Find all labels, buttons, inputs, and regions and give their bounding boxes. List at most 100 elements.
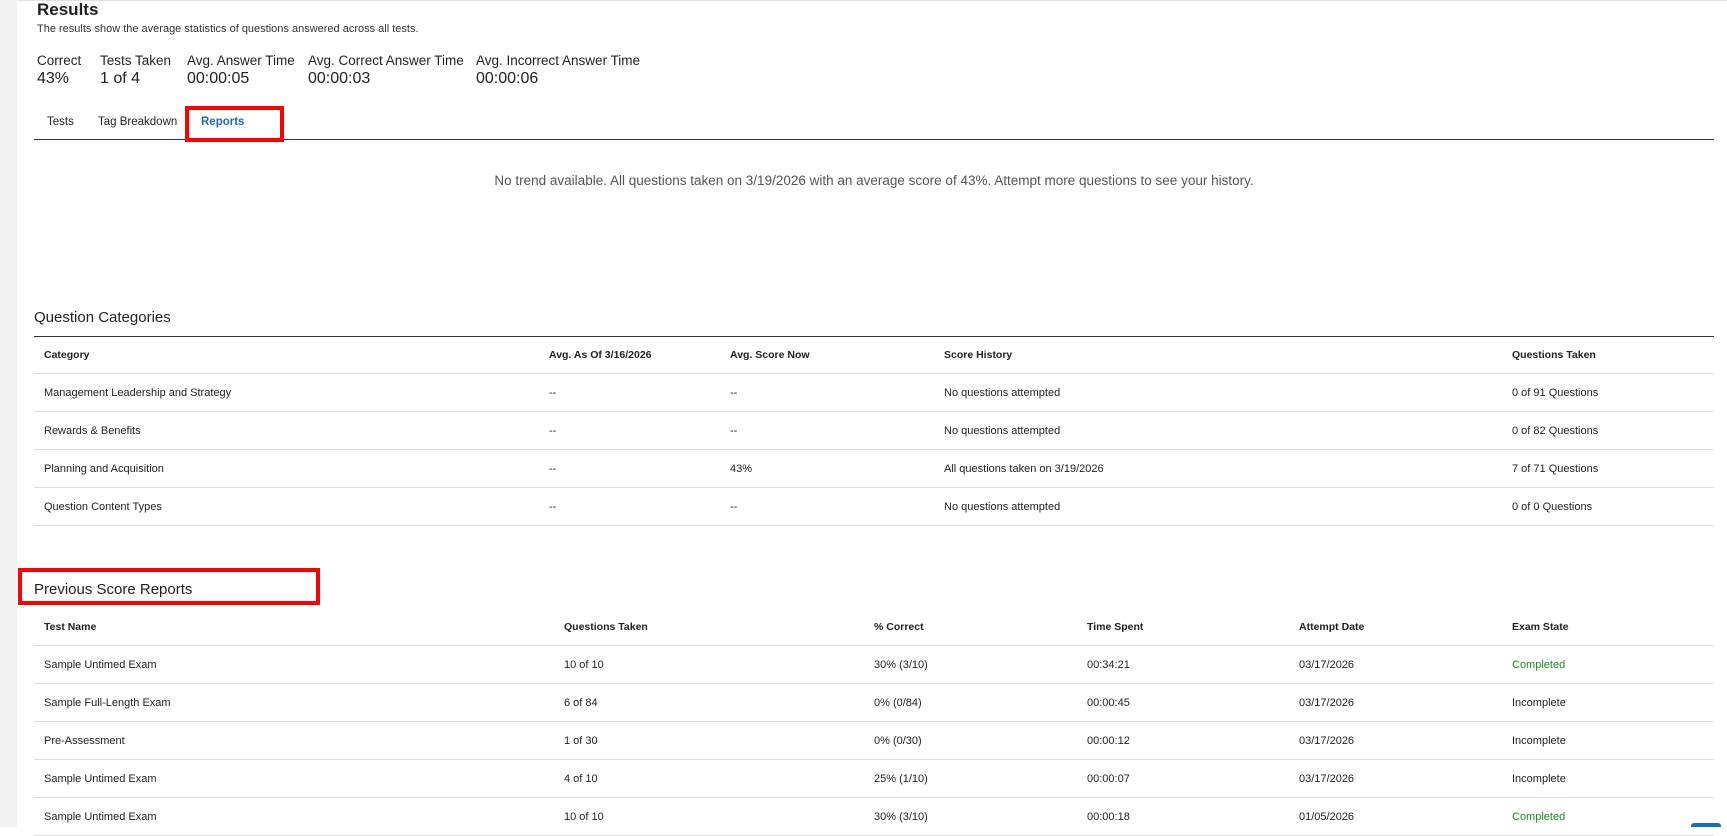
table-cell: 0 of 91 Questions (1502, 373, 1714, 412)
table-cell: No questions attempted (934, 373, 1502, 412)
tab-tag-breakdown[interactable]: Tag Breakdown (98, 116, 177, 128)
table-cell: 43% (720, 449, 934, 488)
table-cell: -- (720, 373, 934, 412)
stat-avg-incorrect-answer-time: Avg. Incorrect Answer Time 00:00:06 (476, 53, 640, 88)
test-name-link[interactable]: Pre-Assessment (34, 721, 554, 760)
scroll-to-top-button[interactable] (1691, 823, 1721, 827)
table-header-row: Category Avg. As Of 3/16/2026 Avg. Score… (34, 337, 1714, 374)
question-categories-title: Question Categories (34, 309, 171, 326)
stat-value: 00:00:06 (476, 70, 539, 87)
stat-value: 00:00:05 (187, 70, 250, 87)
results-tabs: Tests Tag Breakdown Reports (34, 106, 1714, 140)
stat-label: Correct (37, 53, 82, 68)
table-cell: 03/17/2026 (1289, 683, 1502, 722)
table-cell: 00:00:18 (1077, 797, 1289, 836)
exam-state: Incomplete (1502, 759, 1714, 798)
table-row[interactable]: Pre-Assessment 1 of 30 0% (0/30) 00:00:1… (34, 721, 1714, 760)
table-row[interactable]: Sample Untimed Exam 4 of 10 25% (1/10) 0… (34, 759, 1714, 798)
table-cell: 0 of 82 Questions (1502, 411, 1714, 450)
table-cell: -- (720, 487, 934, 526)
table-cell: 10 of 10 (554, 645, 864, 684)
previous-score-reports-title: Previous Score Reports (34, 581, 193, 598)
table-cell: Question Content Types (34, 487, 539, 526)
stat-label: Tests Taken (100, 53, 172, 68)
table-cell: 0% (0/30) (864, 721, 1077, 760)
table-cell: 6 of 84 (554, 683, 864, 722)
test-name-link[interactable]: Sample Untimed Exam (34, 645, 554, 684)
column-header: Avg. As Of 3/16/2026 (539, 337, 720, 374)
table-cell: 03/17/2026 (1289, 759, 1502, 798)
table-cell: 1 of 30 (554, 721, 864, 760)
column-header: Test Name (34, 609, 554, 646)
stat-label: Avg. Incorrect Answer Time (476, 53, 641, 68)
stat-tests-taken: Tests Taken 1 of 4 (100, 53, 171, 88)
column-header: Questions Taken (554, 609, 864, 646)
table-cell: No questions attempted (934, 411, 1502, 450)
table-cell: -- (720, 411, 934, 450)
stat-value: 43% (37, 70, 70, 87)
table-cell: 7 of 71 Questions (1502, 449, 1714, 488)
stat-label: Avg. Answer Time (187, 53, 295, 68)
exam-state: Incomplete (1502, 721, 1714, 760)
column-header: Time Spent (1077, 609, 1289, 646)
table-cell: 0% (0/84) (864, 683, 1077, 722)
column-header: Avg. Score Now (720, 337, 934, 374)
table-cell: 10 of 10 (554, 797, 864, 836)
table-cell: -- (539, 411, 720, 450)
page-title: Results (37, 0, 99, 19)
column-header: Exam State (1502, 609, 1714, 646)
table-cell: All questions taken on 3/19/2026 (934, 449, 1502, 488)
table-cell: 00:00:12 (1077, 721, 1289, 760)
table-row: Question Content Types -- -- No question… (34, 487, 1714, 526)
test-name-link[interactable]: Sample Full-Length Exam (34, 683, 554, 722)
table-cell: -- (539, 487, 720, 526)
table-cell: 03/17/2026 (1289, 645, 1502, 684)
table-cell: Rewards & Benefits (34, 411, 539, 450)
table-row[interactable]: Sample Full-Length Exam 6 of 84 0% (0/84… (34, 683, 1714, 722)
table-cell: 4 of 10 (554, 759, 864, 798)
page-subtitle: The results show the average statistics … (37, 23, 419, 35)
stat-avg-correct-answer-time: Avg. Correct Answer Time 00:00:03 (308, 53, 464, 88)
column-header: Score History (934, 337, 1502, 374)
left-gutter (0, 0, 17, 827)
table-row: Management Leadership and Strategy -- --… (34, 373, 1714, 412)
stat-label: Avg. Correct Answer Time (308, 53, 464, 68)
trend-message: No trend available. All questions taken … (494, 173, 1254, 188)
stat-value: 00:00:03 (308, 70, 371, 87)
table-row[interactable]: Sample Untimed Exam 10 of 10 30% (3/10) … (34, 797, 1714, 836)
table-cell: 30% (3/10) (864, 645, 1077, 684)
table-cell: Management Leadership and Strategy (34, 373, 539, 412)
table-row: Planning and Acquisition -- 43% All ques… (34, 449, 1714, 488)
test-name-link[interactable]: Sample Untimed Exam (34, 797, 554, 836)
stat-value: 1 of 4 (100, 70, 141, 87)
table-header-row: Test Name Questions Taken % Correct Time… (34, 609, 1714, 646)
column-header: % Correct (864, 609, 1077, 646)
previous-score-reports-table: Test Name Questions Taken % Correct Time… (34, 609, 1714, 836)
table-cell: -- (539, 373, 720, 412)
test-name-link[interactable]: Sample Untimed Exam (34, 759, 554, 798)
table-cell: 30% (3/10) (864, 797, 1077, 836)
column-header: Attempt Date (1289, 609, 1502, 646)
table-cell: Planning and Acquisition (34, 449, 539, 488)
question-categories-table: Category Avg. As Of 3/16/2026 Avg. Score… (34, 337, 1714, 526)
exam-state: Incomplete (1502, 683, 1714, 722)
exam-state: Completed (1502, 645, 1714, 684)
top-divider (17, 0, 1727, 1)
table-cell: No questions attempted (934, 487, 1502, 526)
table-cell: 00:34:21 (1077, 645, 1289, 684)
column-header: Category (34, 337, 539, 374)
table-cell: 0 of 0 Questions (1502, 487, 1714, 526)
table-row[interactable]: Sample Untimed Exam 10 of 10 30% (3/10) … (34, 645, 1714, 684)
table-cell: 00:00:07 (1077, 759, 1289, 798)
column-header: Questions Taken (1502, 337, 1714, 374)
table-row: Rewards & Benefits -- -- No questions at… (34, 411, 1714, 450)
tab-tests[interactable]: Tests (47, 116, 74, 128)
stat-correct: Correct 43% (37, 53, 81, 88)
table-cell: 25% (1/10) (864, 759, 1077, 798)
table-cell: 01/05/2026 (1289, 797, 1502, 836)
table-cell: 03/17/2026 (1289, 721, 1502, 760)
exam-state: Completed (1502, 797, 1714, 836)
tab-reports[interactable]: Reports (201, 116, 244, 128)
stat-avg-answer-time: Avg. Answer Time 00:00:05 (187, 53, 295, 88)
table-cell: -- (539, 449, 720, 488)
